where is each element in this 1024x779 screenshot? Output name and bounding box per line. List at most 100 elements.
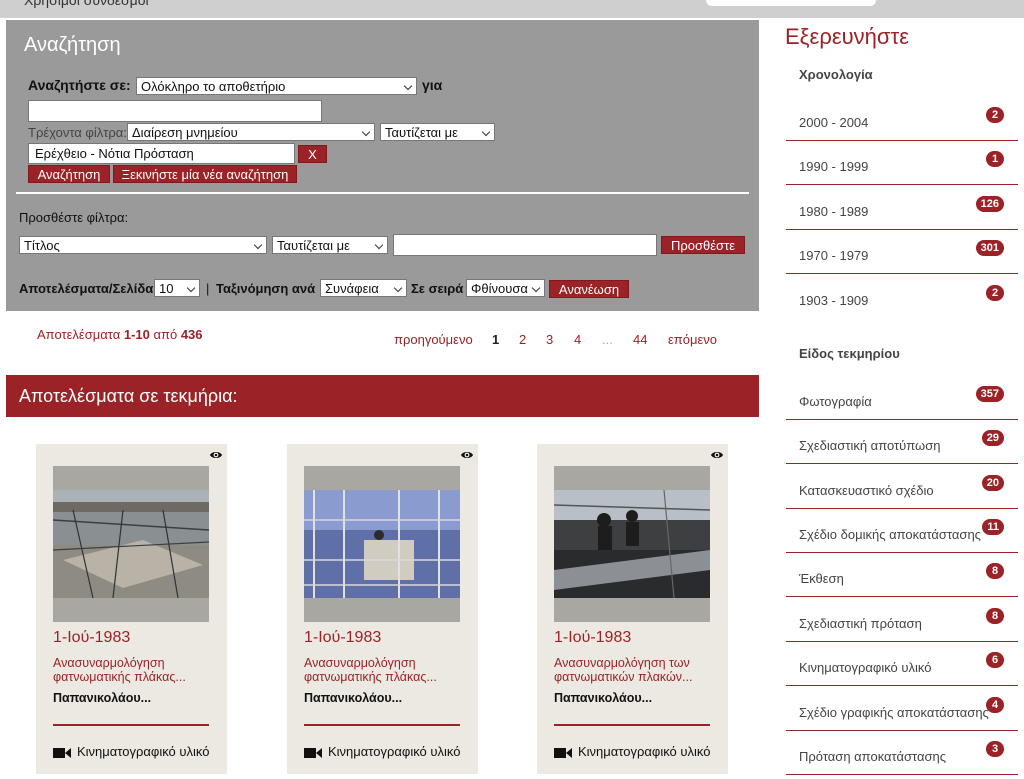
item-type-heading: Είδος τεκμηρίου bbox=[799, 346, 900, 361]
thumbnail-frame bbox=[53, 466, 209, 622]
facet-item-1903-1909[interactable]: 1903 - 1909 2 bbox=[786, 275, 1018, 319]
add-filters-label: Προσθέστε φίλτρα: bbox=[19, 210, 129, 225]
pagination-page-44[interactable]: 44 bbox=[633, 332, 647, 347]
results-range: 1-10 bbox=[123, 327, 150, 342]
remove-filter-button[interactable]: X bbox=[298, 145, 327, 163]
facet-item-2000-2004[interactable]: 2000 - 2004 2 bbox=[786, 97, 1018, 141]
search-in-label: Αναζητήστε σε: bbox=[28, 77, 131, 93]
options-separator: | bbox=[206, 281, 210, 296]
facet-item-restoration-proposal[interactable]: Πρόταση αποκατάστασης 3 bbox=[786, 731, 1018, 775]
results-per-page-label: Αποτελέσματα/Σελίδα bbox=[19, 281, 154, 296]
facet-label: 1903 - 1909 bbox=[799, 293, 869, 308]
result-type: Κινηματογραφικό υλικό bbox=[53, 744, 209, 759]
pagination-ellipsis: ... bbox=[602, 332, 613, 347]
filter-operator-select[interactable]: Ταυτίζεται με bbox=[380, 123, 495, 141]
result-thumbnail[interactable] bbox=[554, 490, 710, 598]
new-search-button[interactable]: Ξεκινήστε μία νέα αναζήτηση bbox=[113, 165, 297, 183]
facet-item-film-material[interactable]: Κινηματογραφικό υλικό 6 bbox=[786, 642, 1018, 686]
facet-label: Κινηματογραφικό υλικό bbox=[799, 660, 932, 675]
order-select[interactable]: Φθίνουσα bbox=[466, 279, 545, 297]
facet-item-construction-drawing[interactable]: Κατασκευαστικό σχέδιο 20 bbox=[786, 465, 1018, 509]
facet-label: Έκθεση bbox=[799, 571, 844, 586]
sort-by-select[interactable]: Συνάφεια bbox=[320, 279, 407, 297]
result-card[interactable]: 1-Ιού-1983 Ανασυναρμολόγηση φατνωματικής… bbox=[287, 444, 478, 774]
thumbnail-frame bbox=[554, 466, 710, 622]
result-title[interactable]: Ανασυναρμολόγηση φατνωματικής πλάκας... bbox=[53, 656, 213, 684]
eye-icon[interactable] bbox=[460, 449, 474, 461]
sort-by-label: Ταξινόμηση ανά bbox=[216, 281, 316, 296]
search-scope-value: Ολόκληρο το αποθετήριο bbox=[141, 79, 286, 94]
facet-label: Σχεδιαστική αποτύπωση bbox=[799, 438, 941, 453]
facet-item-graphic-restoration-drawing[interactable]: Σχέδιο γραφικής αποκατάστασης 4 bbox=[786, 687, 1018, 731]
facet-label: 2000 - 2004 bbox=[799, 115, 869, 130]
facet-item-1970-1979[interactable]: 1970 - 1979 301 bbox=[786, 230, 1018, 274]
facet-item-structural-restoration-drawing[interactable]: Σχέδιο δομικής αποκατάστασης 11 bbox=[786, 509, 1018, 553]
result-type-label: Κινηματογραφικό υλικό bbox=[328, 744, 461, 759]
result-card[interactable]: 1-Ιού-1983 Ανασυναρμολόγηση φατνωματικής… bbox=[36, 444, 227, 774]
result-author: Παπανικολάου... bbox=[53, 691, 152, 705]
pagination-previous-link[interactable]: προηγούμενο bbox=[394, 332, 473, 347]
result-type-label: Κινηματογραφικό υλικό bbox=[77, 744, 210, 759]
filter-field-value: Διαίρεση μνημείου bbox=[132, 125, 238, 140]
result-thumbnail[interactable] bbox=[304, 490, 460, 598]
result-title[interactable]: Ανασυναρμολόγηση φατνωματικής πλάκας... bbox=[304, 656, 464, 684]
facet-item-1980-1989[interactable]: 1980 - 1989 126 bbox=[786, 186, 1018, 230]
result-thumbnail[interactable] bbox=[53, 490, 209, 598]
facet-label: Σχεδιαστική πρόταση bbox=[799, 616, 922, 631]
add-filter-field-value: Τίτλος bbox=[24, 238, 60, 253]
facet-count-badge: 301 bbox=[975, 240, 1004, 256]
eye-icon[interactable] bbox=[710, 449, 724, 461]
top-bar: Χρήσιμοι σύνδεσμοι bbox=[0, 0, 1024, 18]
pagination-next-link[interactable]: επόμενο bbox=[668, 332, 717, 347]
facet-count-badge: 8 bbox=[986, 608, 1004, 624]
result-date[interactable]: 1-Ιού-1983 bbox=[53, 629, 130, 647]
filter-value-input[interactable]: Ερέχθειο - Νότια Πρόσταση bbox=[28, 143, 295, 164]
result-card[interactable]: 1-Ιού-1983 Ανασυναρμολόγηση των φατνωματ… bbox=[537, 444, 728, 774]
result-type: Κινηματογραφικό υλικό bbox=[554, 744, 710, 759]
result-author: Παπανικολάου... bbox=[304, 691, 403, 705]
search-panel-title: Αναζήτηση bbox=[24, 34, 121, 56]
add-filter-operator-select[interactable]: Ταυτίζεται με bbox=[272, 236, 388, 254]
add-filter-button[interactable]: Προσθέστε bbox=[661, 236, 745, 254]
facet-item-survey-drawing[interactable]: Σχεδιαστική αποτύπωση 29 bbox=[786, 420, 1018, 464]
results-of: από bbox=[149, 327, 181, 342]
add-filter-field-select[interactable]: Τίτλος bbox=[19, 236, 267, 254]
facet-item-1990-1999[interactable]: 1990 - 1999 1 bbox=[786, 141, 1018, 185]
facet-count-badge: 357 bbox=[975, 386, 1004, 402]
facet-item-report[interactable]: Έκθεση 8 bbox=[786, 553, 1018, 597]
thumbnail-frame bbox=[304, 466, 460, 622]
facet-count-badge: 29 bbox=[981, 430, 1004, 446]
video-camera-icon bbox=[554, 747, 572, 758]
facet-label: Σχέδιο γραφικής αποκατάστασης bbox=[799, 705, 989, 720]
search-button[interactable]: Αναζήτηση bbox=[28, 165, 110, 183]
facet-item-photograph[interactable]: Φωτογραφία 357 bbox=[786, 376, 1018, 420]
result-date[interactable]: 1-Ιού-1983 bbox=[304, 629, 381, 647]
results-per-page-select[interactable]: 10 bbox=[154, 279, 200, 297]
filter-field-select[interactable]: Διαίρεση μνημείου bbox=[127, 123, 375, 141]
search-scope-select[interactable]: Ολόκληρο το αποθετήριο bbox=[136, 77, 417, 95]
facet-count-badge: 126 bbox=[975, 196, 1004, 212]
pagination-page-3[interactable]: 3 bbox=[546, 332, 553, 347]
card-divider bbox=[53, 724, 209, 726]
eye-icon[interactable] bbox=[209, 449, 223, 461]
result-date[interactable]: 1-Ιού-1983 bbox=[554, 629, 631, 647]
facet-label: Σχέδιο δομικής αποκατάστασης bbox=[799, 527, 981, 542]
search-query-input[interactable] bbox=[28, 100, 322, 122]
facet-count-badge: 8 bbox=[986, 563, 1004, 579]
result-title[interactable]: Ανασυναρμολόγηση των φατνωματικών πλακών… bbox=[554, 656, 714, 684]
facet-label: Πρόταση αποκατάστασης bbox=[799, 749, 947, 764]
facet-count-badge: 2 bbox=[986, 107, 1004, 123]
pagination-page-4[interactable]: 4 bbox=[574, 332, 581, 347]
facet-count-badge: 3 bbox=[986, 741, 1004, 757]
refresh-button[interactable]: Ανανέωση bbox=[549, 280, 629, 298]
facet-item-design-proposal[interactable]: Σχεδιαστική πρόταση 8 bbox=[786, 598, 1018, 642]
current-filters-label: Τρέχοντα φίλτρα: bbox=[28, 125, 127, 140]
add-filter-value-input[interactable] bbox=[393, 234, 657, 256]
pagination-page-1: 1 bbox=[492, 332, 500, 347]
pagination-page-2[interactable]: 2 bbox=[519, 332, 526, 347]
top-bar-text[interactable]: Χρήσιμοι σύνδεσμοι bbox=[24, 0, 149, 8]
top-search-box[interactable] bbox=[706, 0, 876, 6]
chronology-heading: Χρονολογία bbox=[799, 67, 873, 82]
facet-label: Φωτογραφία bbox=[799, 394, 872, 409]
order-label: Σε σειρά bbox=[411, 281, 464, 296]
